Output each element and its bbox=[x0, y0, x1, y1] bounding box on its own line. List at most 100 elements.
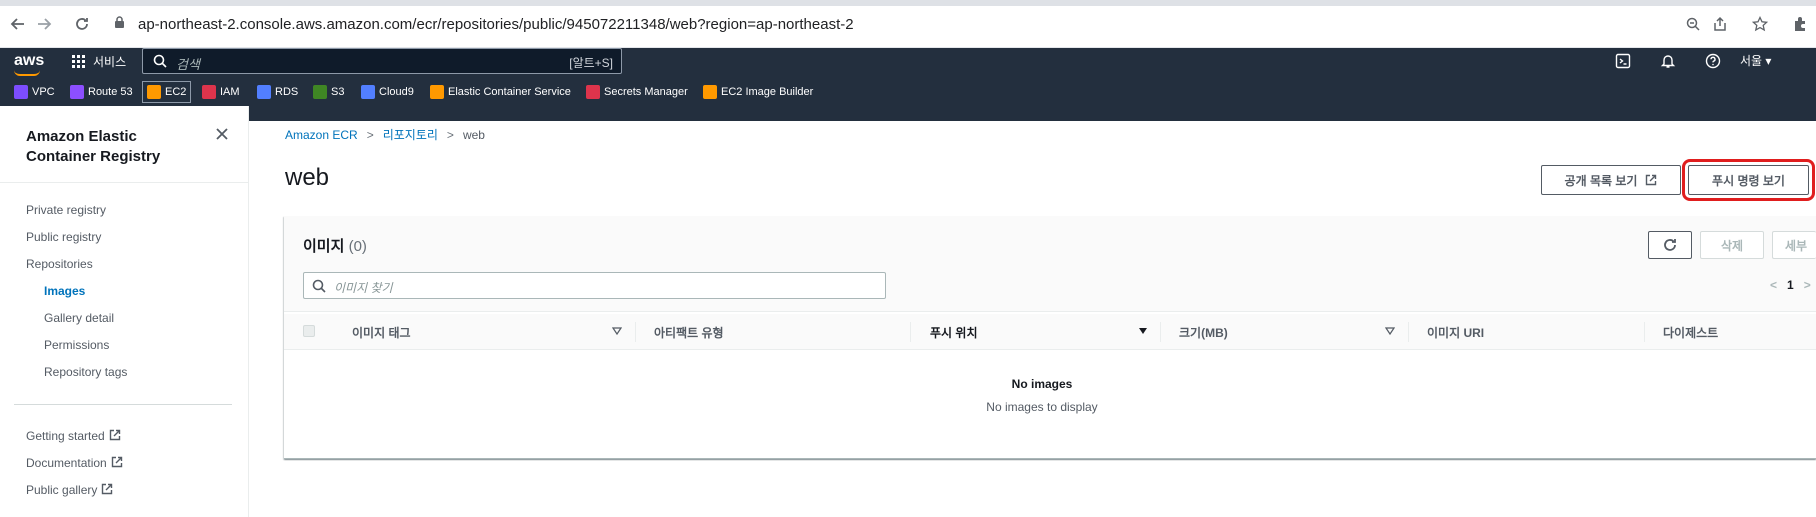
fav-iam[interactable]: IAM bbox=[202, 81, 240, 103]
sidebar-item-repositories[interactable]: Repositories bbox=[26, 257, 93, 271]
back-icon[interactable] bbox=[8, 14, 28, 34]
ecs-icon bbox=[430, 85, 444, 99]
images-panel-title: 이미지 (0) bbox=[303, 235, 367, 256]
external-link-icon bbox=[102, 483, 113, 495]
breadcrumb-repositories[interactable]: 리포지토리 bbox=[383, 126, 438, 143]
refresh-button[interactable] bbox=[1648, 231, 1692, 259]
column-artifact-type[interactable]: 아티팩트 유형 bbox=[654, 324, 724, 341]
fav-secrets-manager[interactable]: Secrets Manager bbox=[586, 81, 688, 103]
fav-ec2-image-builder[interactable]: EC2 Image Builder bbox=[703, 81, 813, 103]
search-icon bbox=[312, 279, 326, 293]
reload-icon[interactable] bbox=[72, 14, 92, 34]
page-number[interactable]: 1 bbox=[1787, 278, 1794, 292]
bookmark-star-icon[interactable] bbox=[1750, 14, 1770, 34]
address-bar[interactable]: ap-northeast-2.console.aws.amazon.com/ec… bbox=[110, 11, 1810, 37]
services-label: 서비스 bbox=[93, 54, 127, 69]
tab-strip bbox=[0, 0, 1816, 6]
console-search-input[interactable]: 검색 [알트+S] bbox=[142, 48, 622, 74]
fav-ec2-label: EC2 bbox=[165, 86, 187, 98]
help-icon[interactable] bbox=[1704, 52, 1722, 70]
sort-icon[interactable] bbox=[1385, 326, 1395, 336]
cloudshell-icon[interactable] bbox=[1614, 52, 1632, 70]
documentation-label: Documentation bbox=[26, 456, 107, 470]
zoom-icon[interactable] bbox=[1683, 14, 1703, 34]
fav-secrets-manager-label: Secrets Manager bbox=[604, 86, 688, 98]
sidebar-item-gallery-detail[interactable]: Gallery detail bbox=[44, 311, 114, 325]
close-icon[interactable] bbox=[215, 127, 231, 143]
services-menu-button[interactable]: 서비스 bbox=[72, 51, 126, 71]
column-separator bbox=[1408, 322, 1409, 342]
column-pushed-at[interactable]: 푸시 위치 bbox=[930, 324, 978, 341]
view-public-listing-button[interactable]: 공개 목록 보기 bbox=[1541, 165, 1681, 195]
sidebar-title: Amazon Elastic Container Registry bbox=[26, 128, 161, 165]
sidebar-link-documentation[interactable]: Documentation bbox=[26, 456, 123, 470]
sidebar-item-permissions[interactable]: Permissions bbox=[44, 338, 109, 352]
details-button[interactable]: 세부 bbox=[1772, 231, 1816, 259]
delete-button[interactable]: 삭제 bbox=[1700, 231, 1764, 259]
notifications-bell-icon[interactable] bbox=[1659, 52, 1677, 70]
rds-icon bbox=[257, 85, 271, 99]
images-table-header bbox=[284, 314, 1816, 350]
breadcrumb-current: web bbox=[462, 127, 485, 142]
fav-s3[interactable]: S3 bbox=[313, 81, 344, 103]
sort-icon[interactable] bbox=[612, 326, 622, 336]
forward-icon[interactable] bbox=[34, 14, 54, 34]
sidebar-item-images[interactable]: Images bbox=[44, 284, 85, 298]
column-separator bbox=[635, 322, 636, 342]
grid-icon bbox=[72, 54, 85, 68]
sidebar-item-private-registry[interactable]: Private registry bbox=[26, 203, 106, 217]
share-icon[interactable] bbox=[1710, 14, 1730, 34]
search-icon bbox=[153, 54, 167, 68]
fav-cloud9-label: Cloud9 bbox=[379, 86, 414, 98]
getting-started-label: Getting started bbox=[26, 429, 105, 443]
column-image-uri[interactable]: 이미지 URI bbox=[1427, 324, 1484, 341]
fav-rds[interactable]: RDS bbox=[257, 81, 298, 103]
column-image-tag[interactable]: 이미지 태그 bbox=[352, 324, 411, 341]
fav-vpc[interactable]: VPC bbox=[14, 81, 55, 103]
public-gallery-label: Public gallery bbox=[26, 483, 98, 497]
search-shortcut: [알트+S] bbox=[569, 56, 613, 70]
sidebar-item-public-registry[interactable]: Public registry bbox=[26, 230, 101, 244]
cloud9-icon bbox=[361, 85, 375, 99]
sidebar-link-getting-started[interactable]: Getting started bbox=[26, 429, 121, 443]
column-separator bbox=[1160, 322, 1161, 342]
image-search-input[interactable]: 이미지 찾기 bbox=[303, 272, 886, 299]
column-digest[interactable]: 다이제스트 bbox=[1663, 324, 1718, 341]
image-search-placeholder: 이미지 찾기 bbox=[334, 281, 393, 295]
select-all-checkbox[interactable] bbox=[303, 325, 315, 337]
sidebar-item-repository-tags[interactable]: Repository tags bbox=[44, 365, 127, 379]
column-size[interactable]: 크기(MB) bbox=[1179, 324, 1228, 341]
sort-descending-icon[interactable] bbox=[1138, 326, 1148, 336]
external-link-icon bbox=[109, 429, 120, 441]
aws-logo-smile bbox=[14, 70, 40, 76]
fav-rds-label: RDS bbox=[275, 86, 299, 98]
fav-cloud9[interactable]: Cloud9 bbox=[361, 81, 414, 103]
url-text: ap-northeast-2.console.aws.amazon.com/ec… bbox=[138, 15, 854, 33]
external-link-icon bbox=[111, 456, 122, 468]
fav-route53[interactable]: Route 53 bbox=[70, 81, 133, 103]
external-link-icon bbox=[1646, 174, 1657, 186]
region-selector[interactable]: 서울 ▾ bbox=[1740, 52, 1771, 69]
ec2-icon bbox=[147, 85, 161, 99]
chevron-right-icon: > bbox=[446, 127, 454, 142]
route53-icon bbox=[70, 85, 84, 99]
fav-s3-label: S3 bbox=[331, 86, 345, 98]
lock-icon bbox=[115, 16, 124, 28]
sidebar-link-public-gallery[interactable]: Public gallery bbox=[26, 483, 113, 497]
chevron-right-icon[interactable]: > bbox=[1804, 278, 1811, 292]
view-push-commands-button[interactable]: 푸시 명령 보기 bbox=[1682, 159, 1815, 201]
aws-logo[interactable]: aws bbox=[14, 52, 44, 70]
breadcrumb-amazon-ecr[interactable]: Amazon ECR bbox=[285, 128, 358, 142]
s3-icon bbox=[313, 85, 327, 99]
iam-icon bbox=[202, 85, 216, 99]
fav-ecs[interactable]: Elastic Container Service bbox=[430, 81, 571, 103]
extensions-icon[interactable] bbox=[1790, 14, 1810, 34]
fav-ec2[interactable]: EC2 bbox=[142, 81, 192, 103]
ec2-image-builder-icon bbox=[703, 85, 717, 99]
images-count: (0) bbox=[348, 238, 367, 255]
fav-ecs-label: Elastic Container Service bbox=[448, 86, 571, 98]
chevron-left-icon[interactable]: < bbox=[1770, 278, 1777, 292]
chevron-right-icon: > bbox=[366, 127, 374, 142]
page-title: web bbox=[285, 164, 330, 191]
vpc-icon bbox=[14, 85, 28, 99]
